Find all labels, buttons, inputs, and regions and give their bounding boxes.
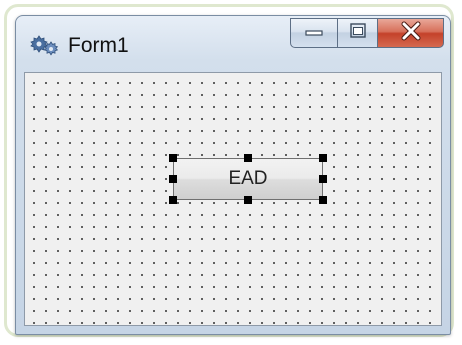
minimize-button[interactable] bbox=[290, 18, 338, 48]
gear-icon bbox=[30, 34, 60, 58]
close-icon bbox=[399, 21, 423, 46]
resize-handle-top[interactable] bbox=[244, 154, 252, 162]
resize-handle-top-right[interactable] bbox=[319, 154, 327, 162]
resize-handle-bottom[interactable] bbox=[244, 196, 252, 204]
resize-handle-bottom-left[interactable] bbox=[169, 196, 177, 204]
close-button[interactable] bbox=[378, 18, 444, 48]
minimize-icon bbox=[304, 24, 324, 42]
form-design-surface[interactable]: EAD bbox=[24, 72, 442, 326]
resize-handle-top-left[interactable] bbox=[169, 154, 177, 162]
maximize-button[interactable] bbox=[338, 18, 378, 48]
resize-handle-left[interactable] bbox=[169, 175, 177, 183]
maximize-icon bbox=[348, 22, 368, 45]
resize-handle-bottom-right[interactable] bbox=[319, 196, 327, 204]
title-bar[interactable]: Form1 bbox=[16, 16, 450, 72]
designer-button[interactable]: EAD bbox=[173, 158, 323, 200]
form-window[interactable]: Form1 EAD bbox=[15, 15, 451, 335]
window-title: Form1 bbox=[68, 34, 129, 57]
resize-handle-right[interactable] bbox=[319, 175, 327, 183]
caption-buttons bbox=[290, 18, 444, 52]
